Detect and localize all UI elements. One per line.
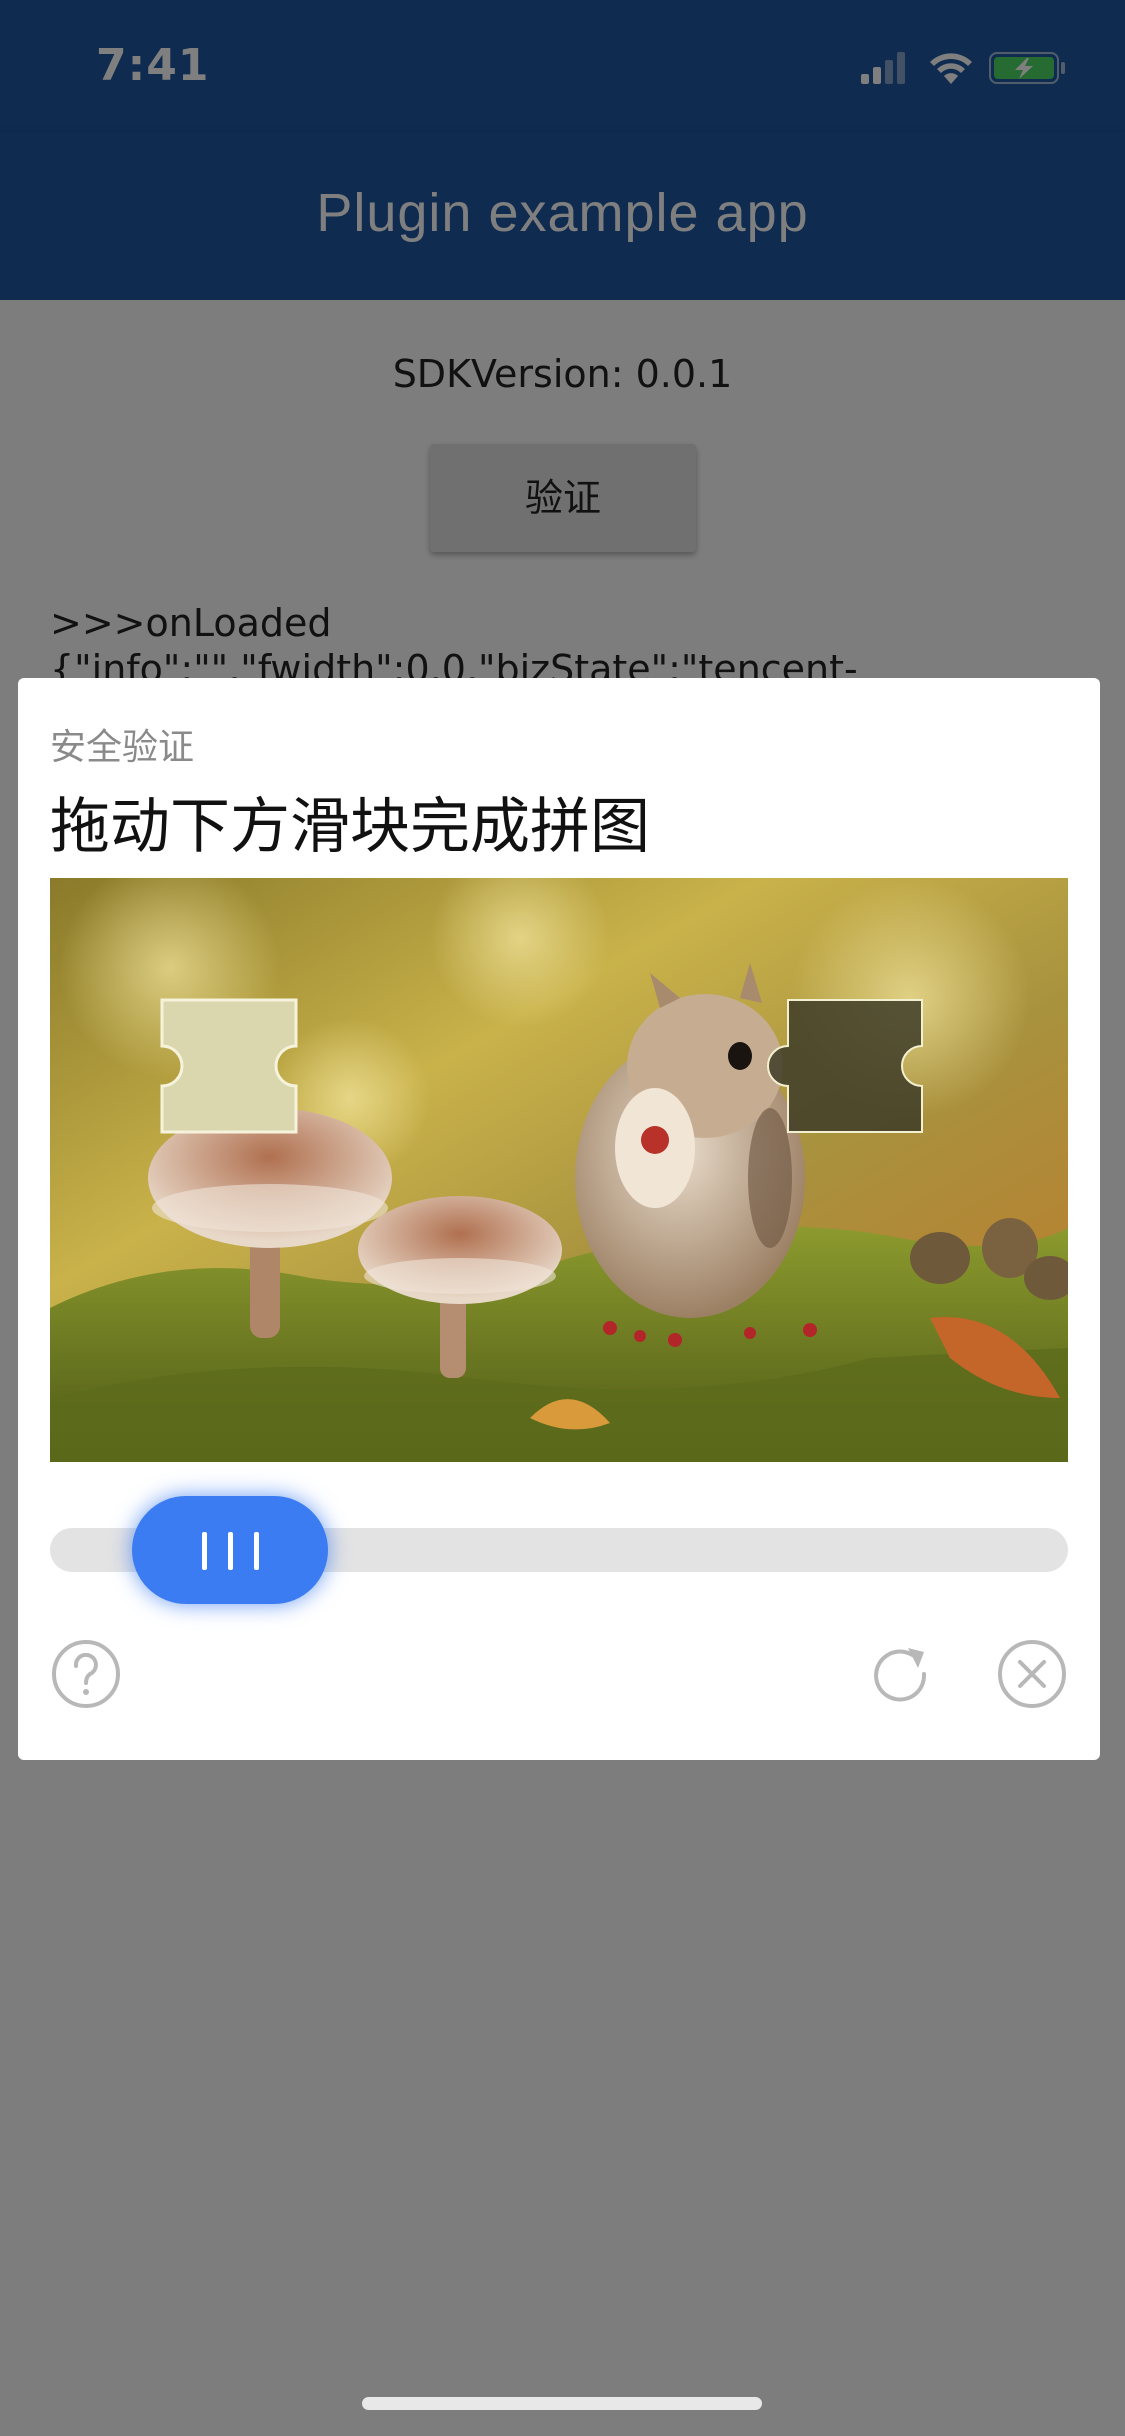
puzzle-target-slot <box>767 999 923 1133</box>
captcha-title: 拖动下方滑块完成拼图 <box>50 792 650 862</box>
captcha-dialog: 安全验证 拖动下方滑块完成拼图 <box>18 678 1100 1760</box>
grip-line <box>228 1532 233 1570</box>
grip-line <box>254 1532 259 1570</box>
grip-line <box>202 1532 207 1570</box>
help-icon[interactable] <box>50 1638 122 1710</box>
puzzle-image <box>50 878 1068 1462</box>
app-screen: 7:41 Plugin example app SDK <box>0 0 1125 2436</box>
refresh-icon[interactable] <box>864 1638 936 1710</box>
puzzle-piece <box>160 998 298 1134</box>
captcha-caption: 安全验证 <box>50 727 195 768</box>
slider-handle[interactable] <box>132 1496 328 1604</box>
close-icon[interactable] <box>996 1638 1068 1710</box>
home-indicator[interactable] <box>362 2397 762 2410</box>
